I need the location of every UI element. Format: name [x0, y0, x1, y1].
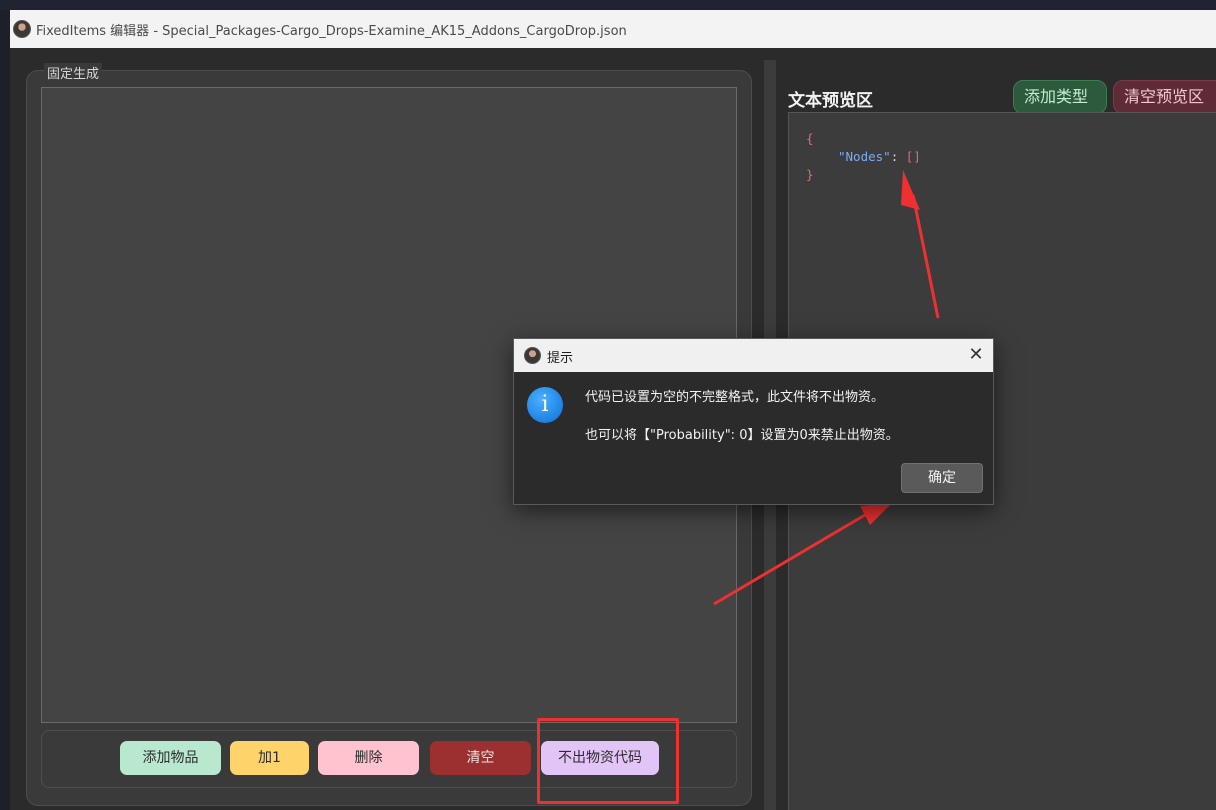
dialog-message-line2: 也可以将【"Probability": 0】设置为0来禁止出物资。 — [585, 428, 899, 443]
info-icon: i — [527, 387, 563, 423]
desktop-background-top — [0, 0, 1216, 10]
info-dialog: 提示 ✕ i 代码已设置为空的不完整格式，此文件将不出物资。 也可以将【"Pro… — [513, 338, 994, 505]
close-icon[interactable]: ✕ — [964, 343, 988, 367]
dialog-avatar-icon — [524, 347, 541, 364]
ok-button[interactable]: 确定 — [901, 463, 983, 493]
dialog-title: 提示 — [547, 351, 574, 366]
arrow-to-dialog — [713, 503, 892, 606]
desktop-background-left — [0, 10, 10, 810]
dialog-title-bar[interactable]: 提示 ✕ — [514, 339, 993, 372]
arrow-to-preview — [901, 170, 940, 319]
dialog-message-line1: 代码已设置为空的不完整格式，此文件将不出物资。 — [585, 390, 885, 405]
